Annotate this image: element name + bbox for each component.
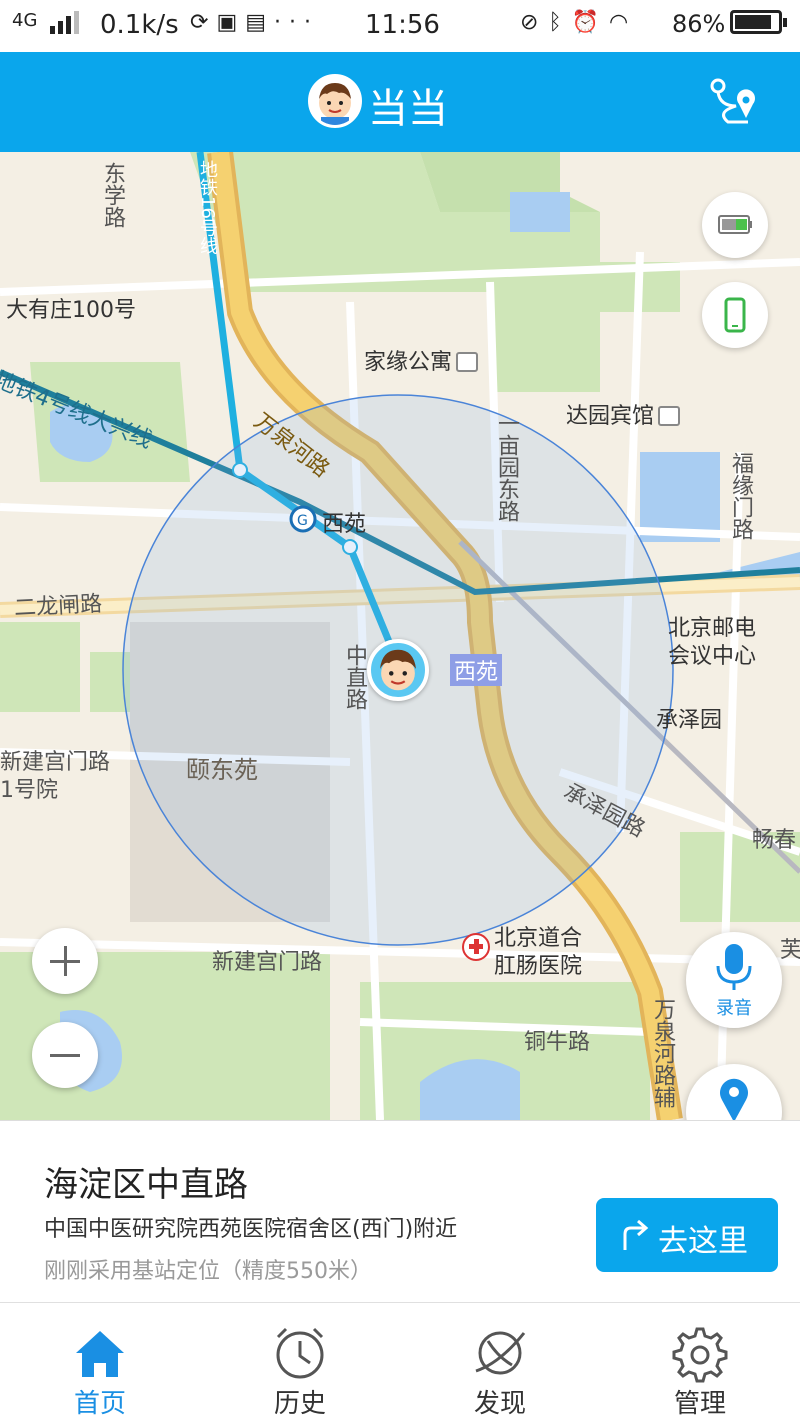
boy-face-icon xyxy=(319,83,351,125)
tab-history[interactable]: 历史 xyxy=(200,1303,400,1422)
notification-icons: ⟳▣▤··· xyxy=(190,10,319,35)
child-avatar[interactable] xyxy=(308,74,362,128)
map-label: 芙 xyxy=(780,938,800,963)
map-label: 1号院 xyxy=(0,778,58,803)
map-label-station: 西苑 xyxy=(322,512,367,537)
battery-icon xyxy=(730,10,787,34)
sync-icon: ⟳ xyxy=(190,10,217,35)
clock-icon xyxy=(276,1327,324,1379)
navigate-here-button[interactable]: 去这里 xyxy=(596,1198,778,1272)
app-header: 当当 xyxy=(0,52,800,152)
locate-button[interactable]: 定位 xyxy=(686,1064,782,1120)
page-title: 当当 xyxy=(368,86,448,132)
map-label: 家缘公寓 xyxy=(364,344,479,376)
tab-history-label: 历史 xyxy=(273,1389,326,1419)
hotel-icon xyxy=(658,406,681,426)
tab-home[interactable]: 首页 xyxy=(0,1303,200,1422)
location-title: 海淀区中直路 xyxy=(44,1165,248,1205)
location-pin-icon xyxy=(720,1078,748,1120)
signal-icon xyxy=(48,10,88,43)
child-location-marker[interactable] xyxy=(367,639,429,701)
record-button[interactable]: 录音 xyxy=(686,932,782,1028)
more-icon: ··· xyxy=(274,10,320,35)
map-label: 畅春 xyxy=(752,828,797,853)
map-label: 一亩园东路 xyxy=(494,412,519,522)
dnd-icon: ⊘ xyxy=(520,10,549,35)
map-label: 万泉河路辅 xyxy=(650,998,675,1108)
map-label: 肛肠医院 xyxy=(494,954,583,979)
map-label: 颐东苑 xyxy=(186,756,258,784)
map-label: 铜牛路 xyxy=(524,1030,591,1055)
record-label: 录音 xyxy=(716,998,752,1019)
location-accuracy-note: 刚刚采用基站定位（精度550米） xyxy=(44,1259,372,1284)
status-bar: 4G 0.1k/s ⟳▣▤··· 11:56 ⊘ᛒ⏰◠ 86% xyxy=(0,0,800,52)
zoom-in-button[interactable] xyxy=(32,928,98,994)
map-label: 东学路 xyxy=(100,162,125,228)
navigate-here-label: 去这里 xyxy=(658,1224,748,1259)
location-info-panel: 海淀区中直路 中国中医研究院西苑医院宿舍区(西门)附近 刚刚采用基站定位（精度5… xyxy=(0,1120,800,1302)
map-label: 中直路 xyxy=(342,644,367,710)
route-button[interactable] xyxy=(706,76,762,128)
location-detail: 中国中医研究院西苑医院宿舍区(西门)附近 xyxy=(44,1217,458,1242)
boy-face-icon xyxy=(380,649,416,691)
map-label-area: 西苑 xyxy=(450,654,503,686)
map-label: 地铁16号线 xyxy=(197,160,218,255)
clock: 11:56 xyxy=(365,10,440,40)
map-label: 新建宫门路 xyxy=(212,950,323,975)
map-label: 二龙闸路 xyxy=(13,591,103,622)
svg-text:G: G xyxy=(297,513,308,529)
home-icon xyxy=(76,1331,124,1377)
tab-discover[interactable]: 发现 xyxy=(400,1303,600,1422)
microphone-icon xyxy=(716,944,752,990)
tab-manage-label: 管理 xyxy=(673,1389,726,1419)
map-label: 承泽园 xyxy=(656,708,723,733)
network-speed: 0.1k/s xyxy=(100,10,179,40)
planet-icon xyxy=(475,1331,526,1375)
call-device-button[interactable] xyxy=(702,282,768,348)
phone-icon xyxy=(724,297,746,333)
tab-manage[interactable]: 管理 xyxy=(600,1303,800,1422)
turn-right-arrow-icon xyxy=(623,1219,649,1250)
battery-fill xyxy=(735,15,771,29)
tab-home-label: 首页 xyxy=(73,1389,126,1419)
zoom-out-button[interactable] xyxy=(32,1022,98,1088)
hotel-icon xyxy=(456,352,479,372)
image-icon: ▣ xyxy=(216,10,246,35)
alarm-icon: ⏰ xyxy=(571,10,610,35)
gear-icon xyxy=(672,1327,728,1383)
tab-discover-label: 发现 xyxy=(473,1389,526,1419)
map-label: 大有庄100号 xyxy=(6,298,136,323)
route-pin-icon xyxy=(710,78,755,124)
battery-status-icon xyxy=(718,215,752,234)
wifi-icon: ◠ xyxy=(609,10,639,35)
map-view[interactable]: G 东学路 地铁16号线 大有庄100号 家缘公寓 万泉河路 地铁4号线大兴线 … xyxy=(0,152,800,1120)
bag-icon: ▤ xyxy=(245,10,275,35)
map-label: 达园宾馆 xyxy=(566,398,681,430)
system-icons: ⊘ᛒ⏰◠ xyxy=(520,10,638,35)
bluetooth-icon: ᛒ xyxy=(548,10,572,35)
network-type: 4G xyxy=(12,10,38,31)
map-label: 福缘门路 xyxy=(728,452,753,540)
battery-percent: 86% xyxy=(672,10,726,38)
bottom-tab-bar: 首页 历史 发现 管理 xyxy=(0,1302,800,1422)
map-label: 会议中心 xyxy=(668,644,757,669)
device-battery-button[interactable] xyxy=(702,192,768,258)
